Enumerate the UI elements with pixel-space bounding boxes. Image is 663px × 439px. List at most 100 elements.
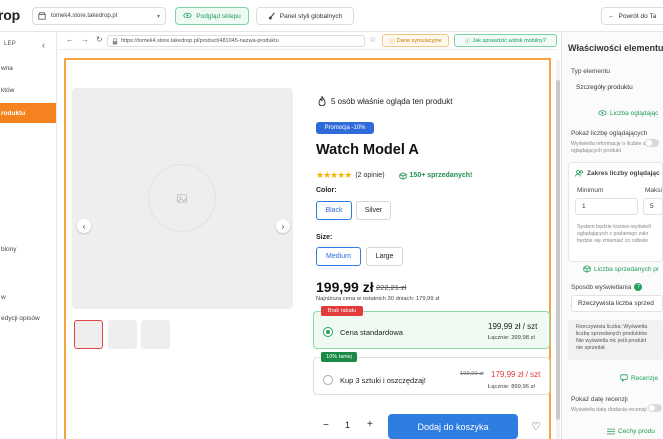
flame-icon (318, 96, 326, 106)
color-option-silver[interactable]: Silver (356, 201, 391, 220)
sidebar-item-templates[interactable]: blony (0, 242, 56, 256)
back-arrow-icon[interactable]: ← (66, 35, 74, 44)
sidebar-item-description-editor[interactable]: edycji opisów (0, 311, 56, 325)
viewers-notice: 5 osób właśnie ogląda ten produkt (318, 96, 452, 106)
offer-standard-radio[interactable] (323, 327, 333, 337)
min-label: Minimum (577, 187, 604, 194)
range-desc-2: oglądających z podanego zakr (577, 231, 649, 237)
info-line-1: Rzeczywista liczba: Wyświetla (576, 324, 648, 330)
list-icon (607, 428, 615, 435)
promo-badge: Promocja -10% (316, 122, 374, 134)
app-logo: rop (0, 7, 20, 23)
show-viewers-desc-2: oglądających produkt (571, 148, 622, 154)
store-preview-label: Podgląd sklepu (196, 12, 241, 20)
product-title: Watch Model A (316, 142, 419, 158)
arrow-left-icon: ← (608, 12, 615, 20)
display-mode-select[interactable]: Rzeczywista liczba sprzed (571, 295, 663, 312)
offer-bundle-price: 179,99 zł / szt (491, 370, 541, 379)
url-text: https://tomek4.store.takedrop.pl/product… (121, 38, 279, 44)
brush-icon (268, 12, 276, 20)
show-viewers-label: Pokaż liczbę oglądających (571, 130, 648, 137)
mobile-view-help-badge[interactable]: ⓘ Jak sprawdzić widok mobilny? (454, 34, 557, 47)
url-bar[interactable]: https://tomek4.store.takedrop.pl/product… (107, 35, 365, 47)
size-option-medium[interactable]: Medium (316, 247, 361, 266)
range-desc-1: System będzie losowo wyświetl (577, 224, 651, 230)
chevron-left-icon[interactable]: ‹ (42, 40, 45, 50)
quantity-decrease-button[interactable]: − (323, 420, 329, 431)
sidebar-item-misc[interactable]: w (0, 290, 56, 304)
product-rating: ★★★★★ (2 opinie) 150+ sprzedanych! (316, 170, 472, 181)
chat-icon (620, 374, 628, 382)
size-label: Size: (316, 234, 333, 241)
info-line-2: liczbę sprzedanych produktów (576, 331, 647, 337)
offer-bundle-badge: 10% taniej (321, 352, 357, 362)
viewers-min-input[interactable]: 1 (575, 198, 638, 215)
product-thumbnail-3[interactable] (141, 320, 170, 349)
size-option-large[interactable]: Large (366, 247, 403, 266)
bookmark-star-icon[interactable]: ☆ (369, 35, 376, 44)
element-type-value: Szczegóły produktu (576, 84, 633, 91)
viewers-text: 5 osób właśnie ogląda ten produkt (331, 96, 453, 106)
sold-section-link[interactable]: Liczba sprzedanych pr (583, 265, 659, 273)
quantity-value[interactable]: 1 (345, 420, 350, 430)
viewers-section-link[interactable]: Liczba oglądając (598, 110, 658, 117)
show-viewers-toggle[interactable] (645, 139, 659, 147)
offer-bundle-radio[interactable] (323, 375, 333, 385)
color-option-black[interactable]: Black (316, 201, 352, 220)
lowest-price-note: Najniższa cena w ostatnich 30 dniach: 17… (316, 296, 440, 302)
reviews-section-link[interactable]: Recenzje (620, 374, 658, 382)
product-thumbnail-1[interactable] (74, 320, 103, 349)
offer-standard-total: Łącznie: 399,98 zł (488, 335, 535, 341)
product-price: 199,99 zł (316, 279, 374, 295)
show-review-date-toggle[interactable] (648, 404, 662, 412)
offer-standard-price: 199,99 zł / szt (488, 322, 538, 331)
product-thumbnail-2[interactable] (108, 320, 137, 349)
simulated-data-badge[interactable]: ⓘ Dane symulacyjne (382, 34, 449, 47)
offer-standard-name: Cena standardowa (340, 328, 403, 337)
offer-standard-badge: Brak rabatu (321, 306, 363, 316)
rating-stars-icon: ★★★★★ (316, 170, 352, 180)
chevron-right-icon: › (281, 221, 285, 231)
global-styles-button[interactable]: Panel styli globalnych (256, 7, 354, 25)
back-label: Powrót do Ta (618, 12, 657, 20)
add-to-cart-button[interactable]: Dodaj do koszyka (388, 414, 518, 439)
quantity-increase-button[interactable]: + (367, 419, 373, 430)
box-icon (583, 265, 591, 273)
preview-scrollbar-thumb[interactable] (556, 80, 560, 420)
review-count[interactable]: (2 opinie) (355, 172, 384, 179)
forward-arrow-icon[interactable]: → (81, 35, 89, 44)
help-icon[interactable]: ? (634, 283, 643, 291)
reload-icon[interactable]: ↻ (96, 35, 103, 44)
global-styles-label: Panel styli globalnych (279, 12, 343, 20)
viewers-range-title: Zakres liczby oglądając (575, 170, 660, 177)
heart-icon[interactable]: ♡ (531, 420, 541, 433)
element-type-label: Typ elementu (571, 68, 611, 75)
sidebar-item-product[interactable]: roduktu (0, 103, 56, 123)
display-mode-label: Sposób wyświetlania ? (571, 283, 643, 291)
offer-bundle-name: Kup 3 sztuki i oszczędzaj! (340, 376, 426, 385)
browser-nav: ← → ↻ (66, 35, 103, 44)
show-viewers-desc: Wyświetla informację o liczbie os (571, 141, 649, 147)
chevron-left-icon: ‹ (82, 221, 86, 231)
eye-icon (183, 12, 192, 19)
product-old-price: 222,21 zł (376, 283, 407, 292)
store-preview-button[interactable]: Podgląd sklepu (175, 7, 249, 25)
image-next-button[interactable]: › (276, 219, 290, 233)
features-section-link[interactable]: Cechy produ (607, 428, 655, 435)
show-review-date-label: Pokaż datę recenzji (571, 396, 628, 403)
image-prev-button[interactable]: ‹ (77, 219, 91, 233)
chevron-down-icon: ▾ (156, 13, 160, 20)
image-placeholder-icon (148, 164, 216, 232)
info-icon: ⓘ (389, 38, 395, 45)
sidebar-item-products[interactable]: któw (0, 83, 56, 97)
store-icon (38, 12, 46, 20)
eye-icon (598, 110, 607, 117)
back-button[interactable]: ← Powrót do Ta (601, 7, 663, 25)
sidebar-item-main[interactable]: wna (0, 61, 56, 75)
store-select[interactable]: tomek4.store.takedrop.pl ▾ (32, 7, 166, 25)
max-label: Maksi (645, 187, 662, 194)
viewers-max-input[interactable]: 5 (643, 198, 663, 215)
color-label: Color: (316, 187, 337, 194)
sidebar-header: LEP (4, 41, 16, 47)
sold-count: 150+ sprzedanych! (398, 171, 472, 180)
